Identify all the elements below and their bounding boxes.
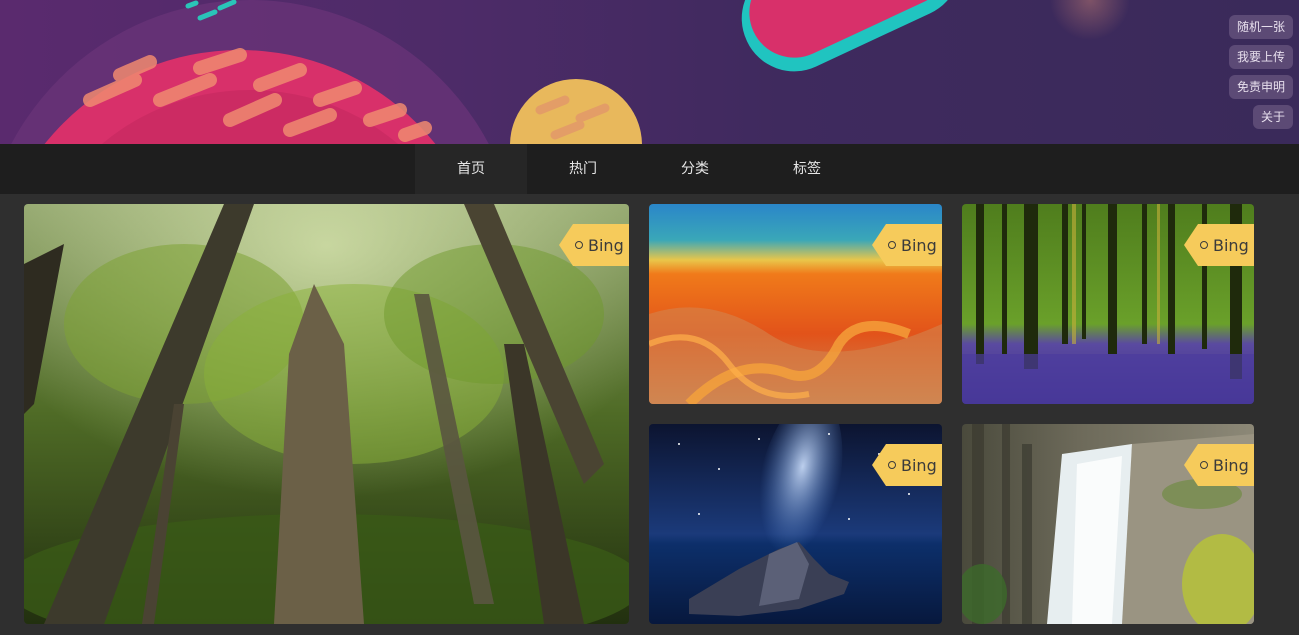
source-tag: Bing	[559, 224, 629, 266]
tag-hole-icon	[888, 241, 896, 249]
wallpaper-card[interactable]: Bing	[649, 204, 942, 404]
source-tag: Bing	[1184, 224, 1254, 266]
tag-hole-icon	[1200, 241, 1208, 249]
source-label: Bing	[901, 235, 937, 255]
source-label: Bing	[588, 235, 624, 255]
wallpaper-card[interactable]: Bing	[962, 204, 1254, 404]
wallpaper-card[interactable]: Bing	[962, 424, 1254, 624]
disclaimer-button[interactable]: 免责申明	[1228, 75, 1293, 99]
side-menu: 随机一张 我要上传 免责申明 关于	[1228, 15, 1293, 129]
source-label: Bing	[1213, 455, 1249, 475]
nav-item-popular[interactable]: 热门	[527, 144, 639, 194]
banner-illustration	[11, 0, 1130, 144]
main-nav: 首页 热门 分类 标签	[0, 144, 1299, 194]
source-tag: Bing	[872, 444, 942, 486]
wallpaper-card[interactable]: Bing	[649, 424, 942, 624]
source-label: Bing	[901, 455, 937, 475]
source-label: Bing	[1213, 235, 1249, 255]
header-banner: 随机一张 我要上传 免责申明 关于	[0, 0, 1299, 144]
tag-hole-icon	[575, 241, 583, 249]
random-wallpaper-button[interactable]: 随机一张	[1228, 15, 1293, 39]
nav-item-categories[interactable]: 分类	[639, 144, 751, 194]
source-tag: Bing	[1184, 444, 1254, 486]
about-button[interactable]: 关于	[1252, 105, 1293, 129]
upload-button[interactable]: 我要上传	[1228, 45, 1293, 69]
tag-hole-icon	[1200, 461, 1208, 469]
nav-item-tags[interactable]: 标签	[751, 144, 863, 194]
source-tag: Bing	[872, 224, 942, 266]
wallpaper-image-forest	[24, 204, 629, 624]
tag-hole-icon	[888, 461, 896, 469]
wallpaper-card[interactable]: Bing	[24, 204, 629, 624]
nav-item-home[interactable]: 首页	[415, 144, 527, 194]
